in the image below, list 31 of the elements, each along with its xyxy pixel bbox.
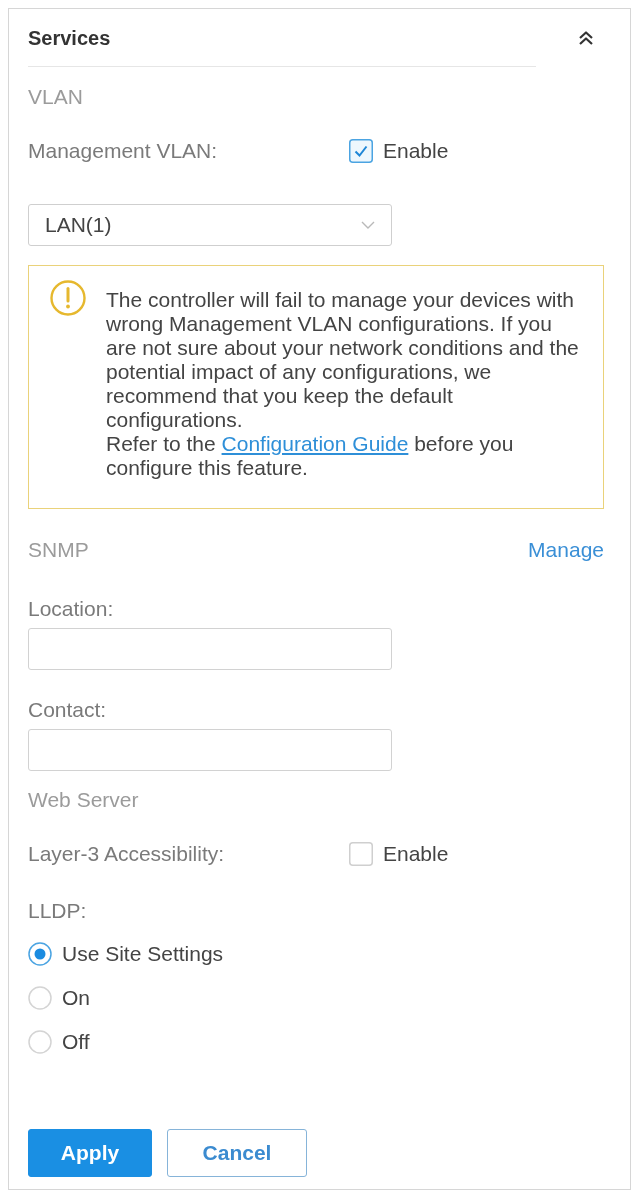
radio-label: On [62, 986, 90, 1010]
collapse-icon[interactable] [578, 29, 594, 46]
section-heading: SNMP [28, 538, 89, 562]
vlan-dropdown[interactable]: LAN(1) [28, 204, 392, 246]
checkbox-label: Enable [383, 842, 449, 866]
warning-reference-text: Refer to the Configuration Guide before you configure this feature. [106, 432, 515, 480]
field-label: Management VLAN: [28, 139, 219, 163]
field-label: Location: [28, 597, 115, 621]
radio-button[interactable] [28, 986, 52, 1010]
checkbox[interactable] [349, 842, 373, 866]
apply-button[interactable]: Apply [28, 1129, 152, 1177]
section-heading: Web Server [28, 788, 140, 812]
configuration-guide-link[interactable]: Configuration Guide [221, 432, 409, 455]
manage-link[interactable]: Manage [528, 538, 604, 562]
warning-message: The controller will fail to manage your devices with wrong Management VLAN configurations. If you are not sure about your network conditions and the potential impact of any configurations, we recommend that you keep the default configurations. [106, 288, 580, 432]
cancel-button[interactable]: Cancel [167, 1129, 307, 1177]
warning-icon [50, 280, 86, 316]
text-input[interactable] [28, 729, 392, 771]
chevron-down-icon [361, 221, 375, 229]
panel-title: Services [28, 25, 111, 50]
checkbox-label: Enable [383, 139, 449, 163]
radio-button[interactable] [28, 942, 52, 966]
radio-label: Use Site Settings [62, 942, 224, 966]
field-label: LLDP: [28, 899, 88, 923]
text-input[interactable] [28, 628, 392, 670]
radio-button[interactable] [28, 1030, 52, 1054]
radio-label: Off [62, 1030, 90, 1054]
field-label: Contact: [28, 698, 108, 722]
checkbox[interactable] [349, 139, 373, 163]
field-label: Layer-3 Accessibility: [28, 842, 226, 866]
section-heading: VLAN [28, 85, 84, 109]
